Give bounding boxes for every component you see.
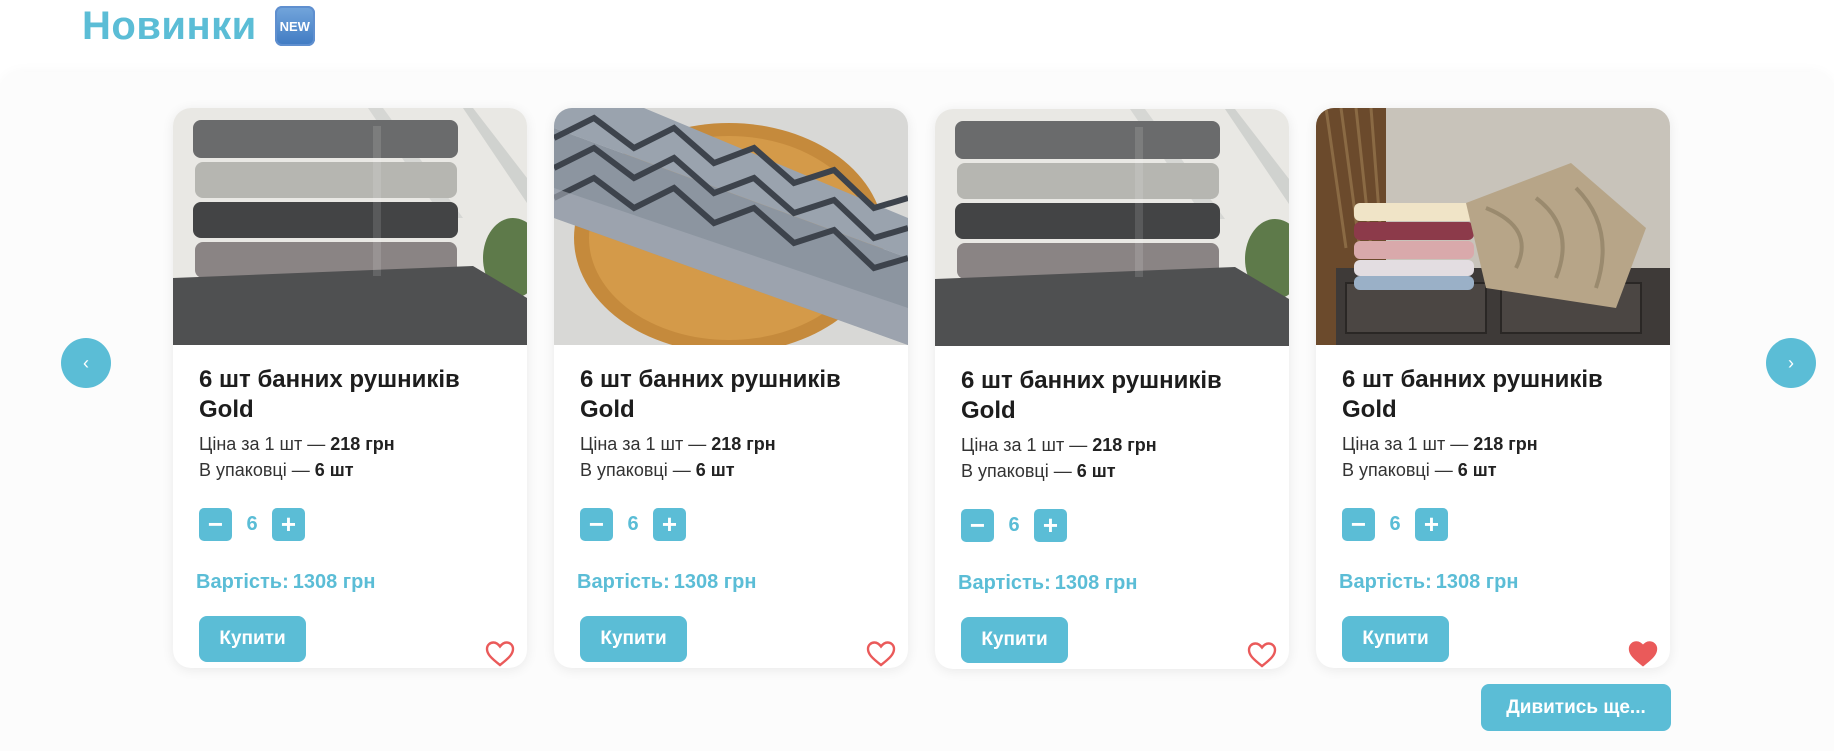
- product-card: 6 шт банних рушників Gold Ціна за 1 шт —…: [173, 108, 527, 668]
- carousel-prev-button[interactable]: ‹: [61, 338, 111, 388]
- heart-outline-icon[interactable]: [485, 640, 515, 668]
- pack-size: В упаковці — 6 шт: [199, 460, 354, 480]
- pack-size-value: 6 шт: [695, 460, 735, 480]
- total-price-value: 1308 грн: [1435, 571, 1519, 593]
- buy-button[interactable]: Купити: [1342, 616, 1449, 662]
- unit-price-value: 218 грн: [711, 434, 776, 454]
- total-price-value: 1308 грн: [1054, 572, 1138, 594]
- total-price: Вартість: 1308 грн: [1339, 571, 1519, 593]
- quantity-stepper: − 6 +: [1342, 507, 1644, 541]
- product-title[interactable]: 6 шт банних рушників Gold: [580, 365, 860, 425]
- quantity-value[interactable]: 6: [994, 514, 1034, 537]
- new-badge-icon: NEW: [274, 6, 315, 46]
- quantity-stepper: − 6 +: [580, 507, 882, 541]
- unit-price: Ціна за 1 шт — 218 грн: [1342, 434, 1538, 454]
- product-image-gray-towel-stack[interactable]: [173, 108, 527, 345]
- carousel-next-button[interactable]: ›: [1766, 338, 1816, 388]
- product-title[interactable]: 6 шт банних рушників Gold: [199, 365, 479, 425]
- product-title[interactable]: 6 шт банних рушників Gold: [1342, 365, 1622, 425]
- total-price-value: 1308 грн: [292, 571, 376, 593]
- heart-filled-icon[interactable]: [1628, 640, 1658, 668]
- quantity-value[interactable]: 6: [232, 513, 272, 536]
- pack-size-value: 6 шт: [314, 460, 354, 480]
- pack-size-value: 6 шт: [1457, 460, 1497, 480]
- decrease-quantity-button[interactable]: −: [580, 507, 613, 541]
- product-image-patterned-towel[interactable]: [554, 108, 908, 345]
- heart-outline-icon[interactable]: [1247, 641, 1277, 669]
- total-price: Вартість: 1308 грн: [577, 571, 757, 593]
- pack-size: В упаковці — 6 шт: [580, 460, 735, 480]
- decrease-quantity-button[interactable]: −: [199, 507, 232, 541]
- view-more-button[interactable]: Дивитись ще...: [1481, 684, 1671, 731]
- increase-quantity-button[interactable]: +: [272, 507, 305, 541]
- total-price-value: 1308 грн: [673, 571, 757, 593]
- buy-button[interactable]: Купити: [961, 617, 1068, 663]
- pack-size: В упаковці — 6 шт: [1342, 460, 1497, 480]
- increase-quantity-button[interactable]: +: [1415, 507, 1448, 541]
- product-info: 6 шт банних рушників Gold Ціна за 1 шт —…: [935, 366, 1289, 668]
- section-heading: Новинки NEW: [82, 0, 315, 52]
- pack-size: В упаковці — 6 шт: [961, 461, 1116, 481]
- pack-size-value: 6 шт: [1076, 461, 1116, 481]
- decrease-quantity-button[interactable]: −: [1342, 507, 1375, 541]
- quantity-value[interactable]: 6: [613, 513, 653, 536]
- quantity-stepper: − 6 +: [961, 508, 1263, 542]
- unit-price: Ціна за 1 шт — 218 грн: [580, 434, 776, 454]
- quantity-value[interactable]: 6: [1375, 513, 1415, 536]
- decrease-quantity-button[interactable]: −: [961, 508, 994, 542]
- product-card: 6 шт банних рушників Gold Ціна за 1 шт —…: [554, 108, 908, 668]
- unit-price: Ціна за 1 шт — 218 грн: [961, 435, 1157, 455]
- increase-quantity-button[interactable]: +: [1034, 508, 1067, 542]
- unit-price-value: 218 грн: [1092, 435, 1157, 455]
- total-price: Вартість: 1308 грн: [958, 572, 1138, 594]
- product-card: 6 шт банних рушників Gold Ціна за 1 шт —…: [1316, 108, 1670, 668]
- product-info: 6 шт банних рушників Gold Ціна за 1 шт —…: [1316, 365, 1670, 667]
- unit-price-value: 218 грн: [330, 434, 395, 454]
- buy-button[interactable]: Купити: [199, 616, 306, 662]
- increase-quantity-button[interactable]: +: [653, 507, 686, 541]
- product-title[interactable]: 6 шт банних рушників Gold: [961, 366, 1241, 426]
- product-info: 6 шт банних рушників Gold Ціна за 1 шт —…: [173, 365, 527, 667]
- product-card: 6 шт банних рушників Gold Ціна за 1 шт —…: [935, 109, 1289, 669]
- unit-price-value: 218 грн: [1473, 434, 1538, 454]
- heart-outline-icon[interactable]: [866, 640, 896, 668]
- section-title: Новинки: [82, 3, 257, 48]
- buy-button[interactable]: Купити: [580, 616, 687, 662]
- product-image-gray-towel-stack[interactable]: [935, 109, 1289, 346]
- product-image-jacquard-towels[interactable]: [1316, 108, 1670, 345]
- total-price: Вартість: 1308 грн: [196, 571, 376, 593]
- unit-price: Ціна за 1 шт — 218 грн: [199, 434, 395, 454]
- quantity-stepper: − 6 +: [199, 507, 501, 541]
- product-info: 6 шт банних рушників Gold Ціна за 1 шт —…: [554, 365, 908, 667]
